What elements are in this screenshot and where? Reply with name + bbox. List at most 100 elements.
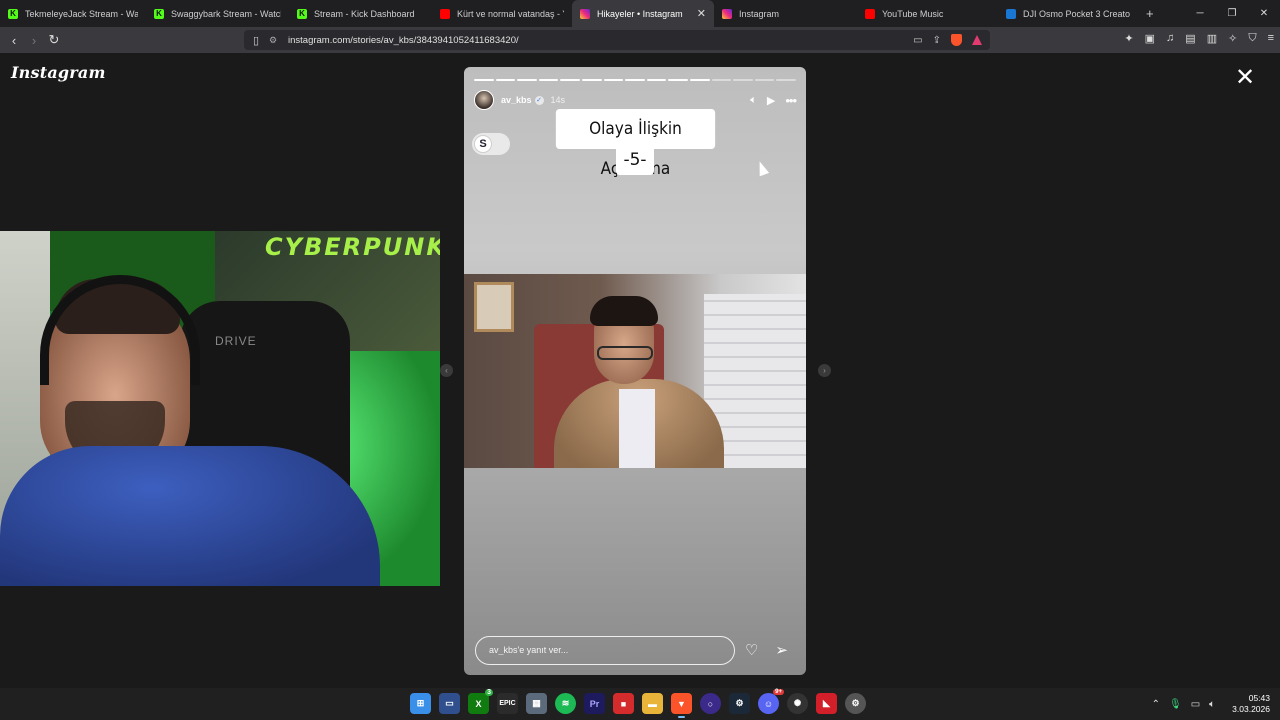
avatar[interactable] (474, 90, 494, 110)
menu-icon[interactable]: ≡ (1268, 32, 1274, 45)
music-icon[interactable]: ♫ (1166, 32, 1174, 45)
tab-tekmeleyejack[interactable]: K TekmeleyeJack Stream - Watch (0, 0, 146, 27)
sticker-toggle[interactable]: S (472, 133, 510, 155)
file-explorer-icon[interactable]: ▬ (642, 693, 663, 714)
brave-shields-icon[interactable] (951, 34, 962, 46)
brave-rewards-icon[interactable] (972, 35, 982, 45)
spotify-icon[interactable]: ≋ (555, 693, 576, 714)
like-heart-icon[interactable]: ♡ (738, 641, 765, 659)
webcam-overlay: CYBERPUNK DRIVE (0, 231, 440, 586)
back-icon[interactable]: ‹ (4, 33, 24, 48)
progress-segment (560, 79, 580, 81)
vpn-icon[interactable]: ⛉ (1248, 32, 1256, 45)
chatgpt-icon[interactable]: ✺ (787, 693, 808, 714)
story-caption-number: -5- (616, 147, 654, 175)
close-icon[interactable]: ✕ (1235, 66, 1255, 90)
send-icon[interactable]: ➢ (768, 641, 795, 659)
story-viewer[interactable]: av_kbs ✓ 14s 🔈︎ ▶ ••• S Olaya İlişkin Aç… (464, 67, 806, 675)
progress-segment (776, 79, 796, 81)
clock[interactable]: 05:43 3.03.2026 (1232, 693, 1270, 715)
story-timestamp: 14s (550, 95, 566, 105)
story-username[interactable]: av_kbs (501, 95, 532, 105)
close-window-icon[interactable]: ✕ (1248, 0, 1280, 27)
steam-icon[interactable]: ⚙ (729, 693, 750, 714)
close-tab-icon[interactable]: ✕ (691, 7, 706, 20)
progress-segment (581, 79, 602, 81)
search-app-icon[interactable]: ○ (700, 693, 721, 714)
instagram-icon (580, 8, 590, 19)
story-progress (474, 79, 796, 81)
headset-icon (40, 275, 200, 385)
xbox-badge: 3 (485, 689, 493, 696)
extensions-icon[interactable]: ✦ (1124, 32, 1133, 45)
epic-games-icon[interactable]: EPIC (497, 693, 518, 714)
restore-icon[interactable]: ❐ (1216, 0, 1248, 27)
url-text[interactable]: instagram.com/stories/av_kbs/38439410524… (288, 35, 519, 46)
progress-segment (495, 79, 516, 81)
screenshot-icon[interactable]: ▣ (1145, 32, 1155, 45)
discord-icon[interactable]: ☺ 9+ (758, 689, 784, 714)
new-tab-button[interactable]: + (1146, 6, 1154, 21)
system-tray: ⌃ 🎙︎ ▭ 🔈︎ 05:43 3.03.2026 (1152, 688, 1270, 720)
toolbar: ‹ › ↻ ▯ ⚙ instagram.com/stories/av_kbs/3… (0, 27, 1280, 53)
tab-kick-dashboard[interactable]: K Stream - Kick Dashboard (289, 0, 432, 27)
wallet-icon[interactable]: ▥ (1207, 32, 1217, 45)
progress-segment (517, 79, 537, 81)
red-app-icon[interactable]: ■ (613, 693, 634, 714)
instagram-icon (722, 8, 732, 19)
minimize-icon[interactable]: ─ (1184, 0, 1216, 27)
previous-story-icon[interactable]: ‹ (440, 364, 453, 377)
bookmark-icon[interactable]: ▯ (246, 34, 266, 47)
tab-youtube-music[interactable]: YouTube Music (857, 0, 998, 27)
windows-start-icon[interactable]: ⊞ (410, 693, 431, 714)
desktop-app-icon[interactable]: ▭ (439, 693, 460, 714)
tab-swaggybark[interactable]: K Swaggybark Stream - Watch Li (146, 0, 289, 27)
forward-icon[interactable]: › (24, 33, 44, 48)
tab-instagram[interactable]: Instagram (714, 0, 857, 27)
premiere-pro-icon[interactable]: Pr (584, 693, 605, 714)
volume-icon[interactable]: 🔈︎ (750, 94, 757, 107)
instagram-logo[interactable]: Instagram (11, 63, 106, 82)
share-icon[interactable]: ⇪ (933, 35, 941, 46)
story-video[interactable] (464, 274, 806, 468)
progress-segment (646, 79, 667, 81)
reload-icon[interactable]: ↻ (44, 32, 64, 48)
kick-icon: K (154, 8, 164, 19)
progress-segment (538, 79, 559, 81)
kick-icon: K (8, 8, 18, 19)
tab-instagram-stories[interactable]: Hikayeler • Instagram ✕ (572, 0, 714, 27)
xbox-icon[interactable]: X3 (468, 689, 493, 714)
tab-title: DJI Osmo Pocket 3 Creator Co (1023, 8, 1130, 19)
kick-icon: K (297, 8, 307, 19)
tab-title: TekmeleyeJack Stream - Watch (25, 8, 138, 19)
cast-icon[interactable]: ▭ (913, 35, 922, 46)
sidebar-icon[interactable]: ▤ (1185, 32, 1195, 45)
reply-input[interactable] (475, 635, 736, 665)
clock-time: 05:43 (1248, 693, 1270, 703)
calculator-icon[interactable]: ▦ (526, 693, 547, 714)
leo-ai-icon[interactable]: ✧ (1228, 32, 1237, 45)
display-icon[interactable]: ▭ (1191, 699, 1200, 710)
site-info-icon[interactable]: ⚙ (266, 35, 280, 46)
tab-dji[interactable]: DJI Osmo Pocket 3 Creator Co (998, 0, 1138, 27)
amd-software-icon[interactable]: ◣ (816, 693, 837, 714)
progress-segment (603, 79, 624, 81)
tray-chevron-icon[interactable]: ⌃ (1152, 699, 1160, 710)
progress-segment (625, 79, 645, 81)
progress-segment (689, 79, 710, 81)
tab-youtube-video[interactable]: Kürt ve normal vatandaş - YouT (432, 0, 572, 27)
tab-title: Stream - Kick Dashboard (314, 8, 415, 19)
tab-title: Hikayeler • Instagram (597, 8, 683, 19)
speaker-icon[interactable]: 🔈︎ (1209, 699, 1215, 710)
more-options-icon[interactable]: ••• (785, 93, 797, 108)
youtube-icon (440, 8, 450, 19)
brave-browser-icon[interactable]: ▼ (671, 693, 692, 718)
play-icon[interactable]: ▶ (767, 94, 775, 107)
progress-segment (733, 79, 753, 81)
next-story-icon[interactable]: › (818, 364, 831, 377)
address-bar[interactable]: ▯ ⚙ instagram.com/stories/av_kbs/3843941… (244, 30, 990, 50)
microphone-icon[interactable]: 🎙︎ (1169, 699, 1182, 710)
verified-badge-icon: ✓ (534, 95, 544, 105)
progress-segment (668, 79, 688, 81)
settings-app-icon[interactable]: ⚙ (845, 693, 866, 714)
